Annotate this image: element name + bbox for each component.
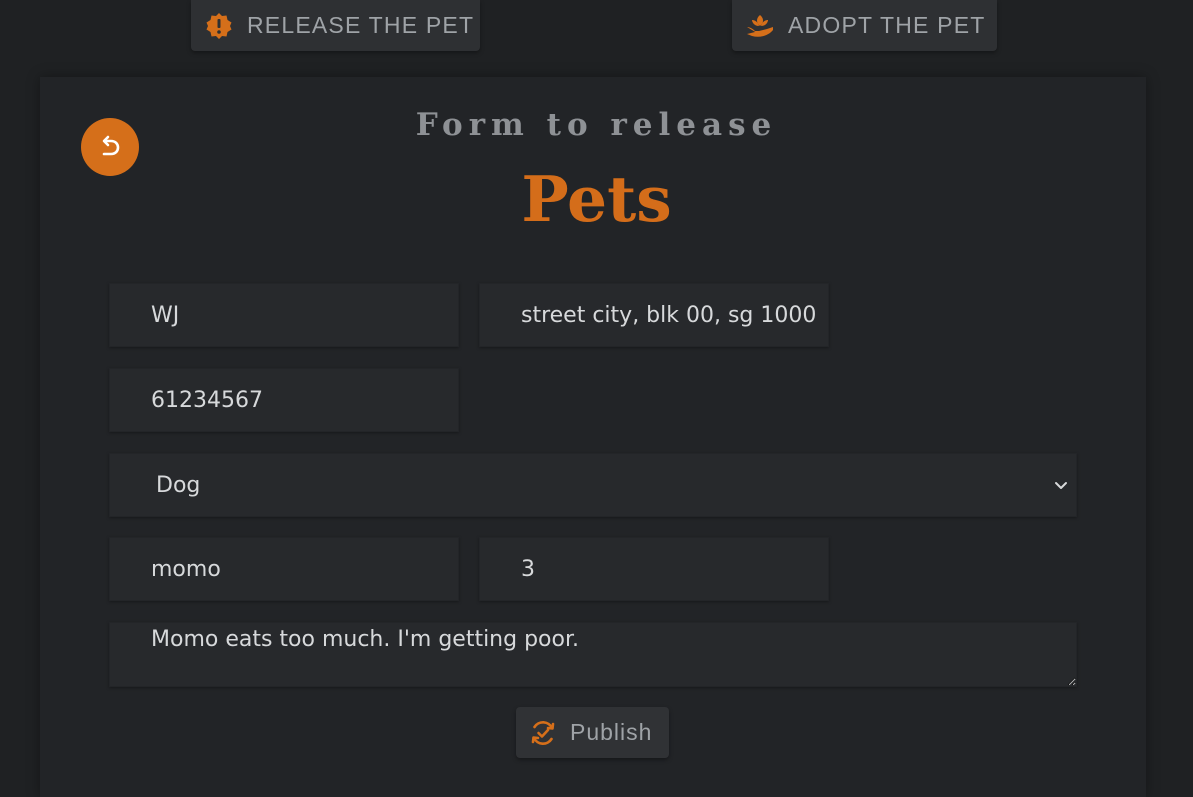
- adopt-pet-label: ADOPT THE PET: [788, 12, 986, 38]
- phone-field[interactable]: [109, 368, 459, 432]
- pet-type-select[interactable]: Dog: [109, 453, 1077, 517]
- chevron-down-icon: [1054, 476, 1068, 501]
- form-title: Pets: [521, 162, 672, 236]
- release-pet-label: RELEASE THE PET: [247, 12, 475, 38]
- adopt-pet-button[interactable]: ADOPT THE PET: [732, 0, 997, 51]
- address-field[interactable]: [479, 283, 829, 347]
- reason-textarea[interactable]: Momo eats too much. I'm getting poor.: [109, 622, 1077, 687]
- alert-badge-icon: [205, 12, 233, 40]
- pet-type-selected-value: Dog: [156, 472, 201, 498]
- owner-name-field[interactable]: [109, 283, 459, 347]
- pet-name-field[interactable]: [109, 537, 459, 601]
- form-subtitle: Form to release: [415, 107, 778, 143]
- release-pet-button[interactable]: RELEASE THE PET: [191, 0, 480, 51]
- publish-button[interactable]: Publish: [516, 707, 669, 758]
- sync-check-icon: [529, 719, 557, 747]
- pet-age-field[interactable]: [479, 537, 829, 601]
- hand-holding-plant-icon: [746, 12, 774, 40]
- publish-label: Publish: [570, 719, 653, 745]
